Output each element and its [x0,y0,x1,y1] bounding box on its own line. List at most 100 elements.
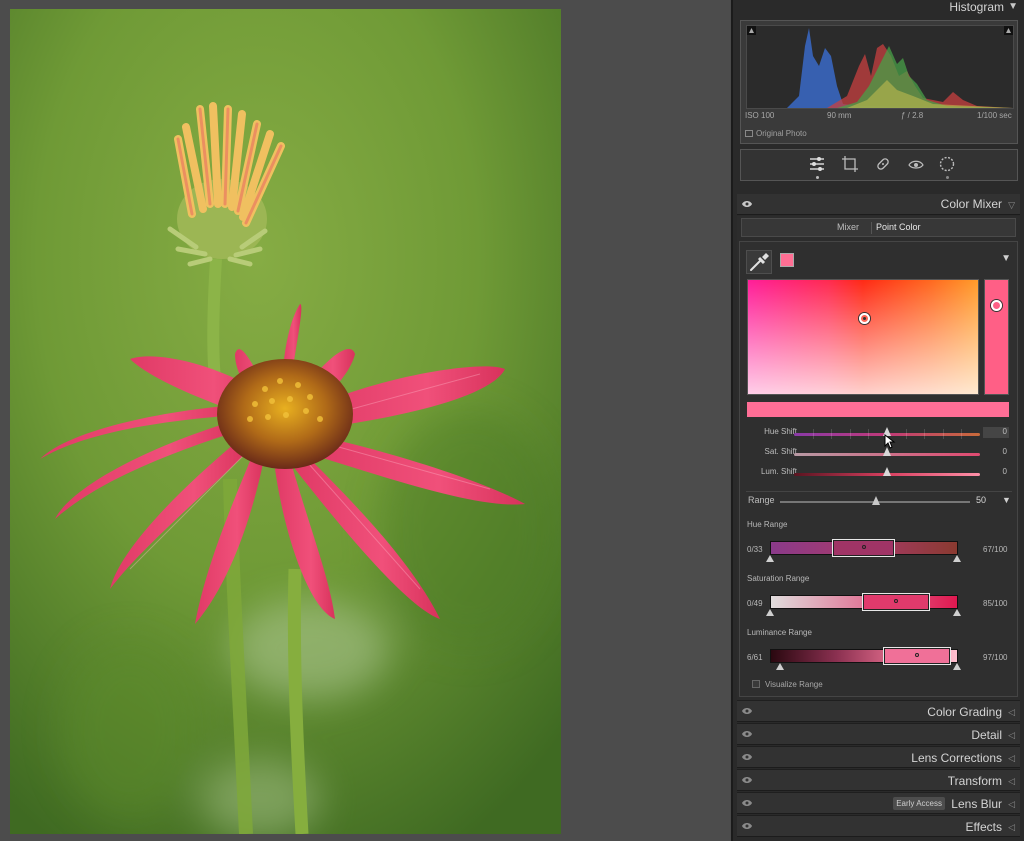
eye-icon[interactable] [742,730,752,738]
range-expand-triangle-icon[interactable]: ▼ [1002,495,1011,505]
section-title: Lens Blur [951,797,1002,811]
shutter-speed: 1/100 sec [977,111,1012,120]
eye-icon[interactable] [742,707,752,715]
hue-range-center-handle[interactable] [861,545,866,549]
lum-shift-row: Lum. Shift 0 [740,467,1019,481]
histogram-header[interactable]: Histogram ▼ [737,0,1020,17]
masking-indicator [946,176,949,179]
hue-range-right-value: 67/100 [983,545,1008,554]
hue-range-left-handle[interactable] [766,555,774,562]
luminance-range-label: Luminance Range [747,628,812,637]
active-tool-indicator [816,176,819,179]
eye-icon[interactable] [742,822,752,830]
swatch-dropdown-icon[interactable]: ▼ [1001,253,1011,264]
histogram-graph[interactable] [746,25,1014,109]
hue-range-label: Hue Range [747,520,788,529]
section-color-grading[interactable]: Color Grading ◁ [737,700,1020,722]
hue-range-control: Hue Range 0/33 67/100 [740,520,1019,570]
original-photo-label: Original Photo [756,129,807,138]
tool-strip [740,149,1018,181]
range-value[interactable]: 50 [976,495,986,505]
visualize-range-toggle[interactable]: Visualize Range [752,680,823,689]
hue-range-window[interactable] [832,539,895,557]
section-effects[interactable]: Effects ◁ [737,815,1020,837]
lum-shift-slider-thumb[interactable] [883,467,891,476]
expand-triangle-icon[interactable]: ◁ [1008,753,1015,764]
section-transform[interactable]: Transform ◁ [737,769,1020,791]
healing-icon[interactable] [874,155,892,173]
saturation-range-right-handle[interactable] [953,609,961,616]
range-row: Range 50 ▼ [740,495,1019,509]
lum-shift-label: Lum. Shift [760,467,797,476]
eye-icon[interactable] [742,200,752,208]
section-lens-corrections[interactable]: Lens Corrections ◁ [737,746,1020,768]
expand-triangle-icon[interactable]: ◁ [1008,707,1015,718]
collapse-triangle-icon[interactable]: ▽ [1008,200,1015,211]
hue-saturation-field[interactable] [747,279,979,395]
range-slider-thumb[interactable] [872,496,880,505]
eye-icon[interactable] [742,776,752,784]
luminance-picker-handle[interactable] [991,300,1002,311]
histogram-plot [747,26,1013,108]
histogram-panel: ISO 100 90 mm ƒ / 2.8 1/100 sec Original… [740,20,1018,144]
luminance-range-left-handle[interactable] [776,663,784,670]
eyedropper-button[interactable] [746,250,772,274]
range-label: Range [748,495,775,505]
color-mixer-title: Color Mixer [940,197,1002,211]
section-title: Transform [947,774,1002,788]
eye-icon[interactable] [742,753,752,761]
photo-preview[interactable] [10,9,561,834]
visualize-range-checkbox[interactable] [752,680,760,688]
hue-range-right-handle[interactable] [953,555,961,562]
expand-triangle-icon[interactable]: ◁ [1008,776,1015,787]
expand-triangle-icon[interactable]: ◁ [1008,799,1015,810]
selected-color-preview [747,402,1009,417]
iso-value: ISO 100 [745,111,775,120]
color-mixer-body: Mixer Point Color ▼ Hue Shift 0 Sat. Shi… [737,216,1020,700]
saturation-range-center-handle[interactable] [894,599,898,603]
mixer-mode-tabs: Mixer Point Color [741,218,1016,237]
section-title: Detail [971,728,1002,742]
early-access-badge: Early Access [893,797,945,810]
edit-sliders-icon[interactable] [808,155,826,173]
focal-length: 90 mm [827,111,852,120]
original-photo-checkbox[interactable] [745,130,753,137]
section-title: Effects [965,820,1002,834]
aperture: ƒ / 2.8 [901,111,924,120]
edit-panel: Histogram ▼ ISO 100 90 mm ƒ / 2.8 1/100 … [731,0,1024,841]
saturation-range-left-handle[interactable] [766,609,774,616]
luminance-range-right-handle[interactable] [953,663,961,670]
section-detail[interactable]: Detail ◁ [737,723,1020,745]
saturation-range-label: Saturation Range [747,574,810,583]
expand-triangle-icon[interactable]: ◁ [1008,730,1015,741]
section-divider [746,491,1012,492]
tab-point-color[interactable]: Point Color [876,222,921,232]
photo-canvas [0,0,730,841]
expand-triangle-icon[interactable]: ◁ [1008,822,1015,833]
hue-shift-label: Hue Shift [764,427,797,436]
tab-mixer[interactable]: Mixer [837,222,859,232]
color-mixer-header[interactable]: Color Mixer ▽ [737,194,1020,215]
hue-sat-picker-handle[interactable] [859,313,870,324]
lum-shift-value[interactable]: 0 [983,467,1009,478]
original-photo-toggle[interactable]: Original Photo [745,129,807,138]
sat-shift-row: Sat. Shift 0 [740,447,1019,461]
eye-icon[interactable] [742,799,752,807]
hue-range-left-value: 0/33 [747,545,763,554]
luminance-strip[interactable] [984,279,1009,395]
masking-icon[interactable] [938,155,956,173]
luminance-range-center-handle[interactable] [915,653,919,657]
sat-shift-value[interactable]: 0 [983,447,1009,458]
red-eye-icon[interactable] [907,155,925,173]
saturation-range-control: Saturation Range 0/49 85/100 [740,574,1019,624]
hue-shift-value[interactable]: 0 [983,427,1009,438]
saturation-range-left-value: 0/49 [747,599,763,608]
saturation-range-window[interactable] [862,593,930,611]
collapse-triangle-icon[interactable]: ▼ [1008,1,1018,12]
eyedropper-icon [750,253,769,271]
crop-icon[interactable] [841,155,859,173]
luminance-range-window[interactable] [883,647,951,665]
section-lens-blur[interactable]: Early Access Lens Blur ◁ [737,792,1020,814]
sampled-color-swatch[interactable] [780,253,794,267]
sat-shift-slider-thumb[interactable] [883,447,891,456]
